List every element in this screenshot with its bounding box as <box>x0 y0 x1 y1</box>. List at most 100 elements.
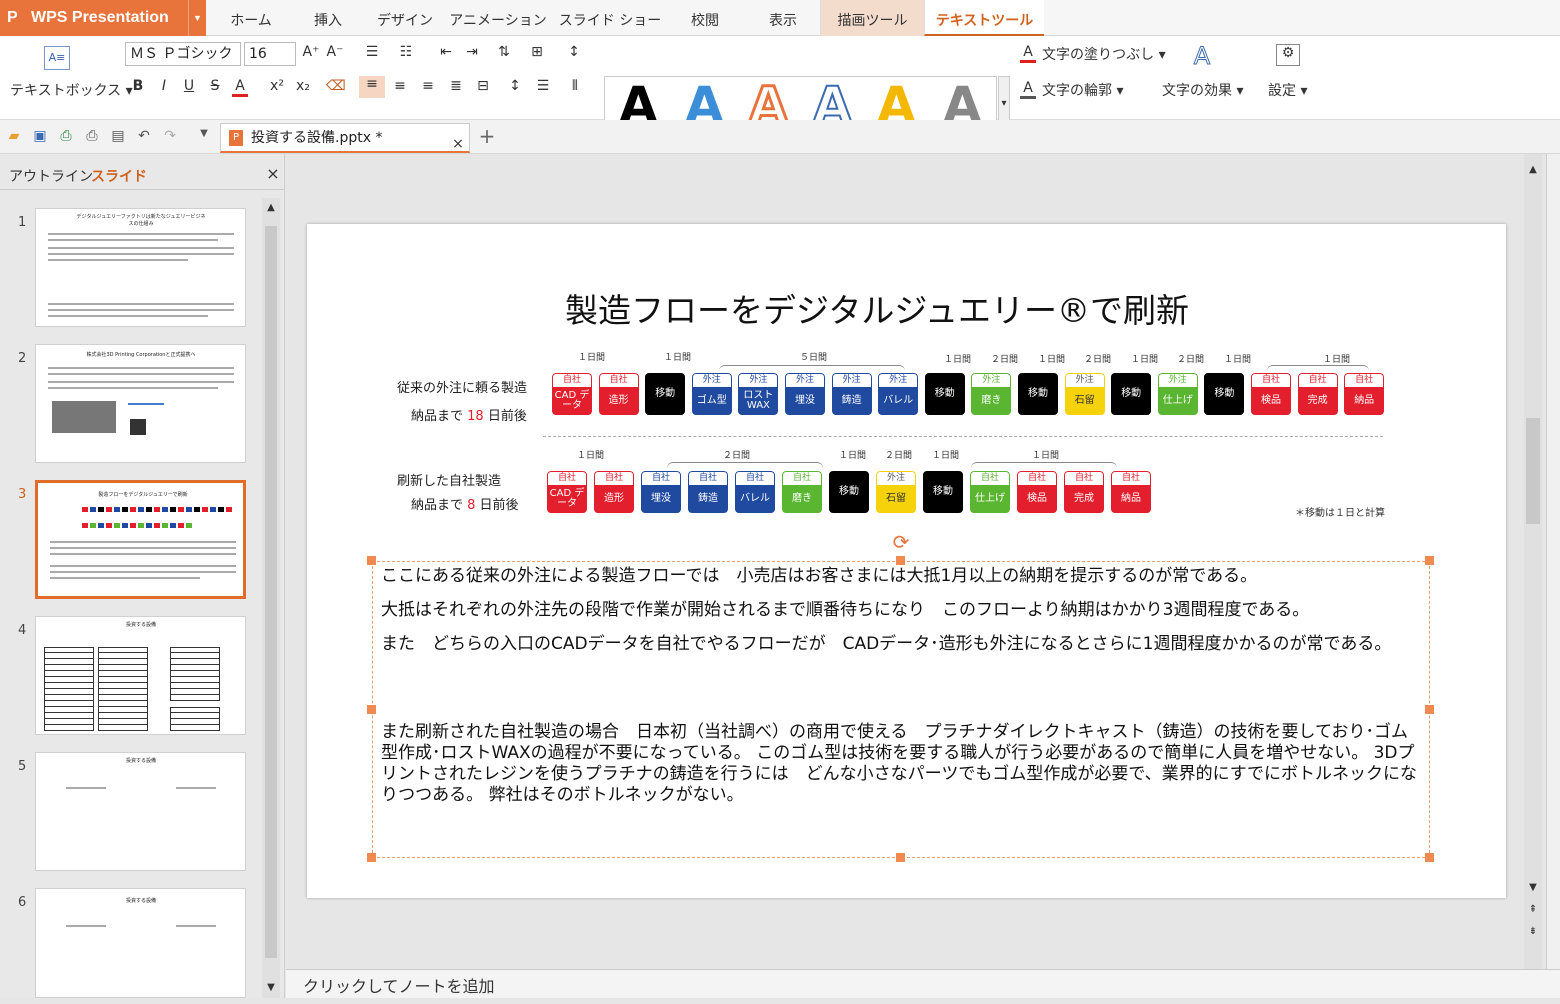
strikethrough-button[interactable]: S <box>208 78 222 94</box>
flow-step-owner: 自社 <box>782 471 822 485</box>
undo-icon[interactable]: ↶ <box>136 128 152 144</box>
resize-handle[interactable] <box>367 705 376 714</box>
tab-outline[interactable]: アウトライン <box>9 166 93 186</box>
redo-icon[interactable]: ↷ <box>162 128 178 144</box>
duration-label: ２日間 <box>1084 355 1112 365</box>
scroll-down-icon[interactable]: ▼ <box>1524 882 1542 893</box>
chevron-down-icon[interactable]: ▼ <box>188 0 206 36</box>
align-center-icon[interactable]: ≡ <box>390 78 410 94</box>
paragraph-spacing-icon[interactable]: ☰ <box>532 78 554 94</box>
scrollbar-thumb[interactable] <box>265 226 277 958</box>
tab-slideshow[interactable]: スライド ショー <box>556 0 664 36</box>
scroll-up-icon[interactable]: ▲ <box>262 202 280 213</box>
scroll-up-icon[interactable]: ▲ <box>1524 164 1542 175</box>
resize-handle[interactable] <box>1425 853 1434 862</box>
grow-font-icon[interactable]: A⁺ <box>302 44 320 60</box>
sort-icon[interactable]: ↕ <box>560 44 588 60</box>
italic-button[interactable]: I <box>157 78 171 94</box>
body-paragraph-3[interactable]: また どちらの入口のCADデータを自社でやるフローだが CADデータ･造形も外注… <box>381 634 1421 655</box>
tab-text-tools[interactable]: テキストツール <box>924 0 1044 36</box>
new-tab-icon[interactable]: + <box>478 124 496 148</box>
tab-home[interactable]: ホーム <box>220 0 282 36</box>
body-paragraph-2[interactable]: 大抵はそれぞれの外注先の段階で作業が開始されるまで順番待ちになり このフローより… <box>381 600 1421 621</box>
numbered-list-icon[interactable]: ☷ <box>396 44 416 60</box>
settings-button[interactable]: 設定 ▾ <box>1268 80 1307 100</box>
slide-thumbnail-2[interactable]: 株式会社3D Printing Corporationと正式提携へ <box>35 344 246 463</box>
text-fill-button[interactable]: 文字の塗りつぶし ▾ <box>1042 44 1166 64</box>
textbox-label: テキストボックス <box>10 83 122 99</box>
prev-slide-icon[interactable]: ⇞ <box>1524 904 1542 915</box>
slide-title[interactable]: 製造フローをデジタルジュエリー®で刷新 <box>307 284 1447 332</box>
rotate-handle-icon[interactable]: ⟳ <box>890 530 912 554</box>
flow-step-block: 外注 埋没 <box>785 373 825 415</box>
align-right-icon[interactable]: ≡ <box>418 78 438 94</box>
text-outline-button[interactable]: 文字の輪郭 ▾ <box>1042 80 1123 100</box>
slide-thumbnail-6[interactable]: 投資する設備 <box>35 888 246 998</box>
bold-button[interactable]: B <box>131 78 145 94</box>
app-name: WPS Presentation <box>31 9 169 26</box>
align-left-icon[interactable]: ≡ <box>359 76 385 98</box>
text-direction-icon[interactable]: ⇅ <box>490 44 518 60</box>
resize-handle[interactable] <box>1425 705 1434 714</box>
resize-handle[interactable] <box>367 556 376 565</box>
flow-step-block: 自社 鋳造 <box>688 471 728 513</box>
canvas-scrollbar[interactable]: ▲ ▼ ⇞ ⇟ <box>1524 154 1542 969</box>
underline-button[interactable]: U <box>182 78 196 94</box>
slide-thumbnail-4[interactable]: 投資する設備 <box>35 616 246 735</box>
pptx-file-icon: P <box>229 130 243 146</box>
body-paragraph-4[interactable]: また刷新された自社製造の場合 日本初（当社調べ）の商用で使える プラチナダイレク… <box>381 722 1421 806</box>
flow-step-name: 鋳造 <box>688 485 728 513</box>
save-icon[interactable]: ▣ <box>32 128 48 144</box>
app-menu-button[interactable]: P WPS Presentation ▼ <box>0 0 206 36</box>
subscript-button[interactable]: x₂ <box>294 78 312 94</box>
tab-drawing-tools[interactable]: 描画ツール <box>820 0 924 36</box>
body-paragraph-1[interactable]: ここにある従来の外注による製造フローでは 小売店はお客さまには大抵1月以上の納期… <box>381 566 1421 587</box>
font-color-button[interactable]: A <box>232 78 248 97</box>
decrease-indent-icon[interactable]: ⇤ <box>436 44 456 60</box>
font-name-select[interactable]: ＭＳ Ｐゴシック <box>125 42 241 66</box>
slide-thumbnail-5[interactable]: 投資する設備 <box>35 752 246 871</box>
textbox-icon[interactable]: A≡ <box>44 46 70 70</box>
resize-handle[interactable] <box>896 556 905 565</box>
export-icon[interactable]: ⎙ <box>58 128 74 144</box>
superscript-button[interactable]: x² <box>268 78 286 94</box>
increase-indent-icon[interactable]: ⇥ <box>462 44 482 60</box>
tab-design[interactable]: デザイン <box>370 0 440 36</box>
scrollbar-thumb[interactable] <box>1526 418 1540 524</box>
print-icon[interactable]: ⎙ <box>84 128 100 144</box>
scroll-down-icon[interactable]: ▼ <box>262 982 280 993</box>
font-size-select[interactable]: 16 <box>244 42 296 66</box>
tab-review[interactable]: 校閲 <box>674 0 736 36</box>
flow-step-block: 自社 造形 <box>594 471 634 513</box>
tab-slides[interactable]: スライド <box>91 166 147 186</box>
body-textbox[interactable]: ここにある従来の外注による製造フローでは 小売店はお客さまには大抵1月以上の納期… <box>372 561 1430 858</box>
tab-insert[interactable]: 挿入 <box>298 0 358 36</box>
justify-icon[interactable]: ≣ <box>446 78 466 94</box>
resize-handle[interactable] <box>896 853 905 862</box>
tab-animation[interactable]: アニメーション <box>448 0 548 36</box>
text-effect-button[interactable]: 文字の効果 ▾ <box>1162 80 1243 100</box>
close-panel-icon[interactable]: × <box>265 164 281 183</box>
resize-handle[interactable] <box>367 853 376 862</box>
flow-step-block: 自社 完成 <box>1297 373 1338 415</box>
align-text-icon[interactable]: ⊞ <box>524 44 550 60</box>
slide-thumbnail-3[interactable]: 製造フローをデジタルジュエリーで刷新 <box>35 480 246 599</box>
thumbnail-scrollbar[interactable]: ▲ ▼ <box>262 198 280 998</box>
resize-handle[interactable] <box>1425 556 1434 565</box>
clear-format-icon[interactable]: ⌫ <box>326 78 346 94</box>
shrink-font-icon[interactable]: A⁻ <box>326 44 344 60</box>
duration-label: ５日間 <box>800 353 828 363</box>
columns-icon[interactable]: ⫴ <box>562 78 588 94</box>
notes-area[interactable]: クリックしてノートを追加 <box>286 969 1560 998</box>
textbox-button[interactable]: テキストボックス ▾ <box>10 80 133 100</box>
document-tab[interactable]: P 投資する設備.pptx * × <box>220 123 470 153</box>
print-preview-icon[interactable]: ▤ <box>110 128 126 144</box>
line-spacing-icon[interactable]: ↕ <box>504 78 526 94</box>
customize-icon[interactable]: ▼ <box>196 128 212 139</box>
next-slide-icon[interactable]: ⇟ <box>1524 926 1542 937</box>
bullet-list-icon[interactable]: ☰ <box>362 44 382 60</box>
open-icon[interactable]: ▰ <box>6 128 22 144</box>
slide-thumbnail-1[interactable]: デジタルジュエリーファクトリは新たなジュエリービジネスの仕組み <box>35 208 246 327</box>
distribute-icon[interactable]: ⊟ <box>472 78 494 94</box>
tab-view[interactable]: 表示 <box>752 0 814 36</box>
